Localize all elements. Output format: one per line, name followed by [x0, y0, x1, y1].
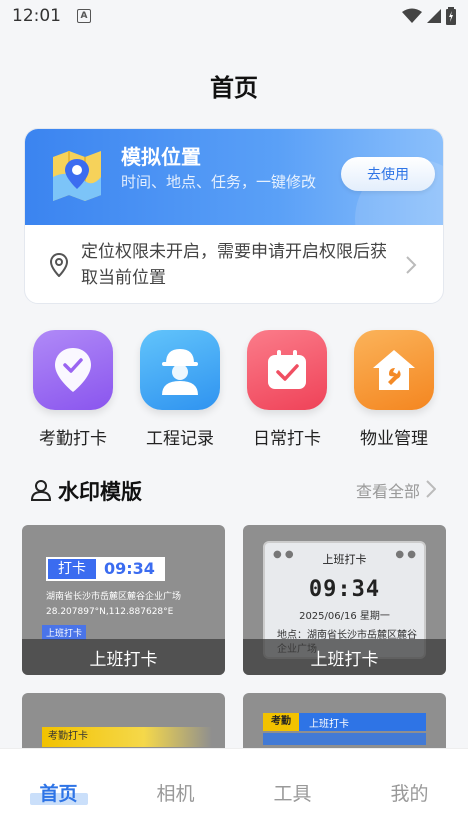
chevron-right-icon	[426, 480, 436, 498]
quick-action-label: 工程记录	[146, 429, 214, 449]
location-pin-icon	[49, 253, 69, 277]
worker-helmet-icon	[140, 330, 220, 410]
permission-text: 定位权限未开启，需要申请开启权限后获取当前位置	[81, 242, 387, 288]
person-icon	[30, 480, 52, 501]
template-coords: 28.207897°N,112.887628°E	[46, 607, 174, 617]
template-card[interactable]: 打卡 09:34 湖南省长沙市岳麓区麓谷企业广场 28.207897°N,112…	[22, 525, 225, 675]
template-time: 09:34	[308, 577, 381, 602]
status-time: 12:01	[12, 6, 61, 26]
template-address: 湖南省长沙市岳麓区麓谷企业广场	[46, 592, 182, 602]
use-button[interactable]: 去使用	[341, 157, 435, 191]
quick-action-attendance[interactable]: 考勤打卡	[23, 330, 123, 450]
quick-action-label: 日常打卡	[253, 429, 321, 449]
tag-time: 09:34	[96, 559, 163, 579]
mock-location-banner: 模拟位置 时间、地点、任务，一键修改 去使用	[25, 129, 443, 279]
quick-action-engineering[interactable]: 工程记录	[130, 330, 230, 450]
mock-location-subtitle: 时间、地点、任务，一键修改	[121, 173, 317, 191]
section-title: 水印模版	[58, 480, 142, 504]
wifi-icon	[402, 8, 422, 23]
template-punch-tag: 打卡 09:34	[46, 557, 165, 581]
template-band: 考勤 上班打卡	[263, 713, 426, 731]
template-card[interactable]: ● ● ● ● 上班打卡 09:34 2025/06/16 星期一 地点：湖南省…	[243, 525, 446, 675]
band-tag: 考勤	[263, 713, 299, 731]
template-band: 考勤打卡	[42, 727, 212, 747]
quick-action-label: 物业管理	[360, 429, 428, 449]
chevron-right-icon	[406, 256, 417, 274]
quick-action-grid: 考勤打卡 工程记录 日常打卡 物业管理	[0, 330, 468, 450]
template-date: 2025/06/16 星期一	[299, 611, 390, 622]
template-head: 上班打卡	[322, 553, 367, 566]
template-caption: 上班打卡	[22, 639, 225, 675]
tab-me[interactable]: 我的	[351, 779, 468, 806]
template-caption: 上班打卡	[243, 639, 446, 675]
band-text: 上班打卡	[309, 718, 349, 730]
location-check-icon	[33, 330, 113, 410]
tab-home[interactable]: 首页	[0, 779, 117, 806]
status-bar: 12:01 A	[0, 0, 468, 32]
map-icon	[53, 151, 101, 201]
quick-action-property[interactable]: 物业管理	[344, 330, 444, 450]
see-all-link[interactable]: 查看全部	[356, 478, 420, 502]
battery-icon	[446, 7, 456, 25]
location-permission-row[interactable]: 定位权限未开启，需要申请开启权限后获取当前位置	[25, 225, 443, 303]
bottom-nav: 首页 相机 工具 我的	[0, 748, 468, 833]
house-wrench-icon	[354, 330, 434, 410]
template-band-secondary	[263, 733, 426, 745]
mock-location-card[interactable]: 模拟位置 时间、地点、任务，一键修改 去使用 定位权限未开启，需要申请开启权限后…	[24, 128, 444, 304]
watermark-section-header: 水印模版 查看全部	[30, 476, 440, 506]
calendar-check-icon	[247, 330, 327, 410]
page-title: 首页	[210, 74, 258, 102]
quick-action-daily[interactable]: 日常打卡	[237, 330, 337, 450]
tag-label: 打卡	[48, 559, 96, 579]
notification-icon: A	[77, 9, 91, 23]
signal-icon	[427, 9, 441, 23]
template-small-tag: 上班打卡	[42, 625, 87, 640]
mock-location-title: 模拟位置	[121, 145, 201, 169]
tab-tools[interactable]: 工具	[234, 779, 351, 806]
quick-action-label: 考勤打卡	[39, 429, 107, 449]
tab-camera[interactable]: 相机	[117, 779, 234, 806]
